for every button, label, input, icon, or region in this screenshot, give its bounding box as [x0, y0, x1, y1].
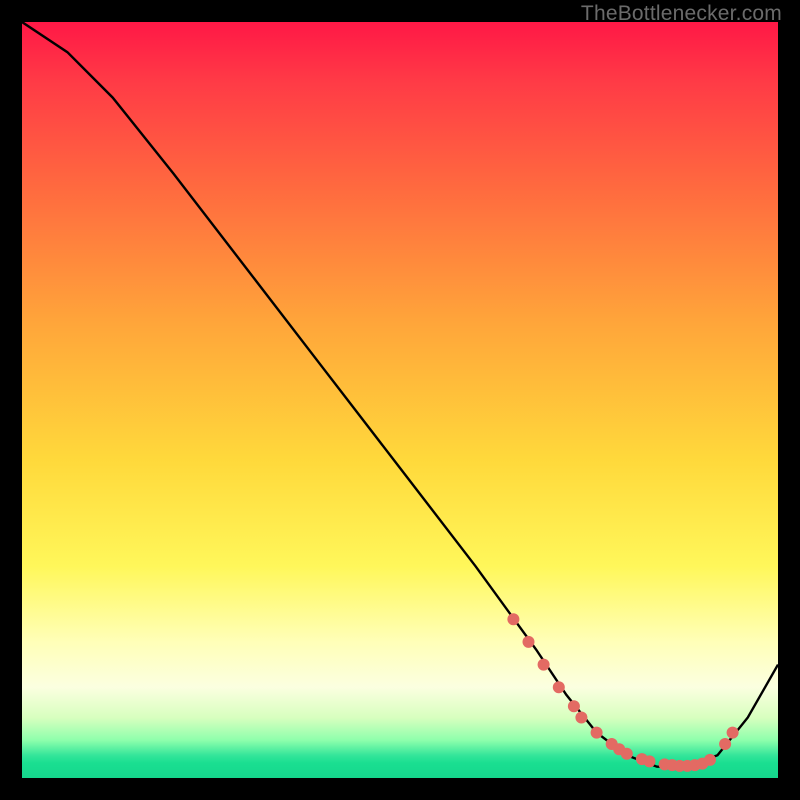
- marker-dot: [568, 700, 580, 712]
- marker-dot: [727, 727, 739, 739]
- marker-dot: [621, 748, 633, 760]
- marker-dot: [704, 754, 716, 766]
- curve-line: [22, 22, 778, 767]
- attribution-text: TheBottlenecker.com: [581, 2, 782, 26]
- marker-dot: [591, 727, 603, 739]
- marker-dot: [523, 636, 535, 648]
- marker-dot: [719, 738, 731, 750]
- marker-dot: [553, 681, 565, 693]
- marker-dot: [575, 712, 587, 724]
- marker-group: [507, 613, 738, 772]
- marker-dot: [644, 755, 656, 767]
- chart-overlay: [22, 22, 778, 778]
- chart-frame: TheBottlenecker.com: [0, 0, 800, 800]
- marker-dot: [538, 659, 550, 671]
- marker-dot: [507, 613, 519, 625]
